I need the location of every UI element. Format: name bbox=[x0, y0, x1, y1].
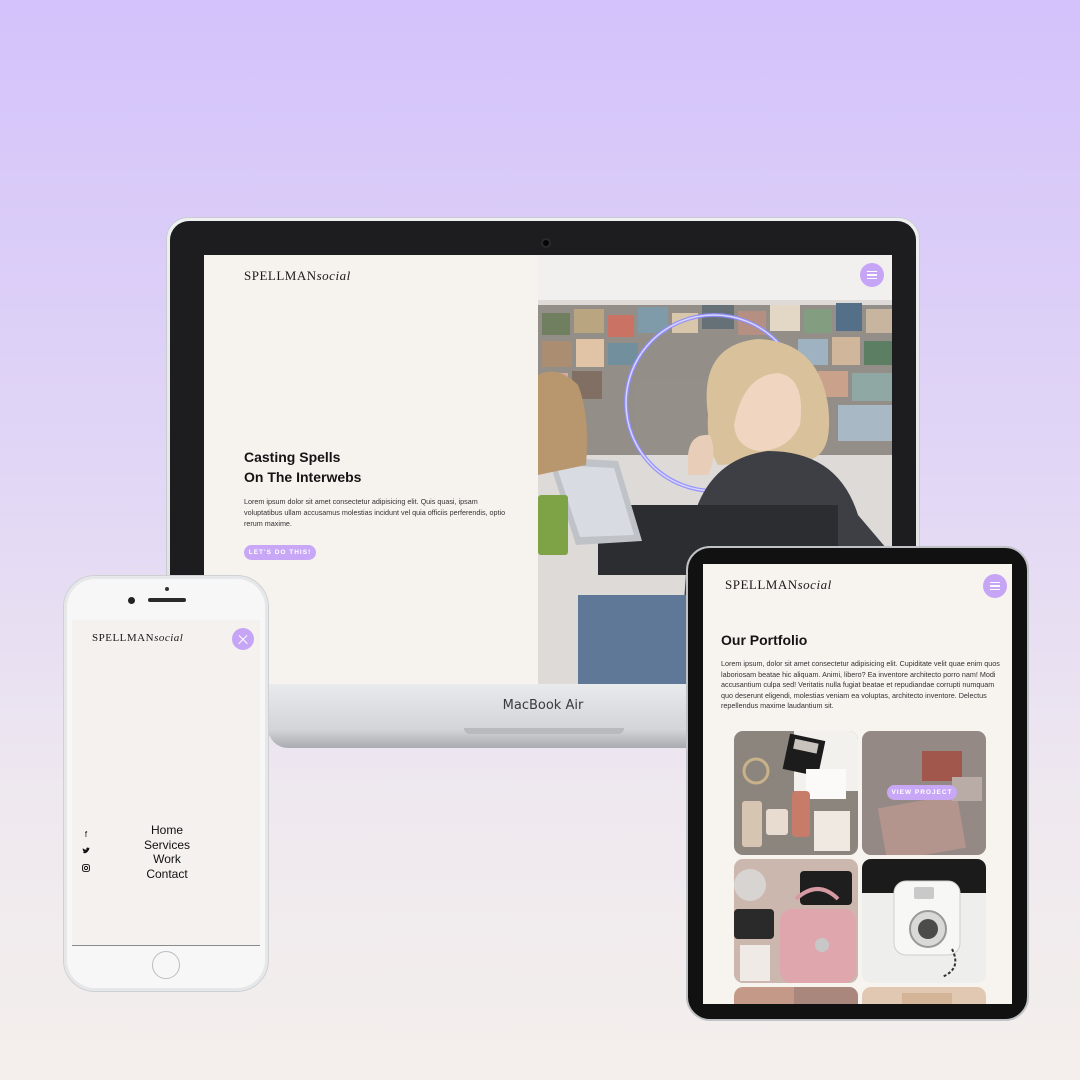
cta-button[interactable]: LET'S DO THIS! bbox=[244, 545, 316, 560]
home-button[interactable] bbox=[152, 951, 180, 979]
site-logo[interactable]: SPELLMANsocial bbox=[725, 577, 832, 593]
tablet-screen: SPELLMANsocial Our Portfolio Lorem ipsum… bbox=[703, 564, 1012, 1004]
hero-title: Casting Spells On The Interwebs bbox=[244, 447, 484, 487]
view-project-button[interactable]: VIEW PROJECT bbox=[887, 785, 957, 800]
speaker-grille bbox=[148, 598, 186, 602]
menu-icon[interactable] bbox=[983, 574, 1007, 598]
site-logo[interactable]: SPELLMANsocial bbox=[92, 632, 183, 644]
portfolio-tile-handbag[interactable] bbox=[734, 859, 858, 983]
nav-contact[interactable]: Contact bbox=[112, 867, 222, 882]
portfolio-body: Lorem ipsum, dolor sit amet consectetur … bbox=[721, 659, 1000, 710]
portfolio-tile-notebook[interactable]: VIEW PROJECT bbox=[862, 731, 986, 855]
tablet-device: SPELLMANsocial Our Portfolio Lorem ipsum… bbox=[686, 546, 1029, 1021]
portfolio-title: Our Portfolio bbox=[721, 632, 808, 648]
social-links: f bbox=[81, 830, 91, 881]
laptop-notch bbox=[464, 728, 624, 734]
nav-home[interactable]: Home bbox=[112, 823, 222, 838]
hero-body: Lorem ipsum dolor sit amet consectetur a… bbox=[244, 497, 506, 528]
camera-icon bbox=[541, 238, 551, 248]
nav-services[interactable]: Services bbox=[112, 838, 222, 853]
facebook-icon[interactable]: f bbox=[81, 830, 91, 847]
twitter-icon[interactable] bbox=[81, 847, 91, 864]
portfolio-tile-partial-left[interactable] bbox=[734, 987, 858, 1004]
portfolio-tile-camera[interactable] bbox=[862, 859, 986, 983]
camera-icon bbox=[128, 597, 135, 604]
instagram-icon[interactable] bbox=[81, 864, 91, 881]
phone-device: SPELLMANsocial f Home Services Work Cont… bbox=[63, 575, 269, 992]
hero-title-line1: Casting Spells bbox=[244, 449, 341, 465]
portfolio-tile-accessories[interactable] bbox=[734, 731, 858, 855]
hero-title-line2: On The Interwebs bbox=[244, 469, 362, 485]
nav-work[interactable]: Work bbox=[112, 852, 222, 867]
menu-icon[interactable] bbox=[860, 263, 884, 287]
phone-screen: SPELLMANsocial f Home Services Work Cont… bbox=[72, 620, 260, 946]
mobile-nav-menu: Home Services Work Contact bbox=[112, 823, 222, 881]
site-logo[interactable]: SPELLMANsocial bbox=[244, 268, 351, 284]
phone-sensor bbox=[165, 587, 169, 591]
portfolio-tile-partial-right[interactable] bbox=[862, 987, 986, 1004]
close-icon[interactable] bbox=[232, 628, 254, 650]
